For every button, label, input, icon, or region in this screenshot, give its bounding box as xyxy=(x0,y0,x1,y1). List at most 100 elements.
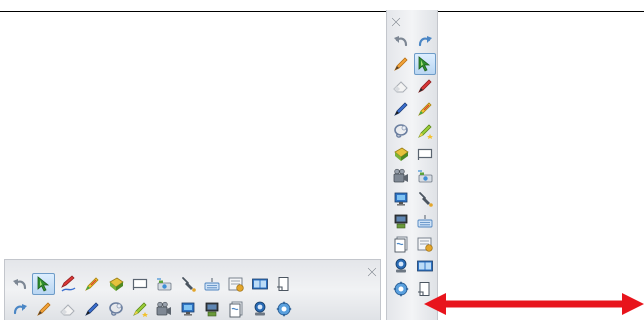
pointer-icon xyxy=(179,275,197,293)
pen-multicolor-button[interactable] xyxy=(80,273,103,295)
close-icon[interactable] xyxy=(391,12,401,27)
keyboard-icon xyxy=(203,275,221,293)
dual-display-button[interactable] xyxy=(414,255,436,277)
fill-icon xyxy=(392,145,410,163)
select-arrow-button[interactable] xyxy=(32,273,55,295)
eraser-button[interactable] xyxy=(390,75,412,97)
settings-icon xyxy=(392,280,410,298)
toolbar-swap-icon xyxy=(275,275,293,293)
double-headed-arrow-icon xyxy=(424,292,644,320)
pointer-button[interactable] xyxy=(414,188,436,210)
display-icon xyxy=(392,190,410,208)
lasso-button[interactable] xyxy=(104,298,127,320)
keyboard-button[interactable] xyxy=(200,273,223,295)
conference-button[interactable] xyxy=(248,298,271,320)
page-sorter-button[interactable] xyxy=(414,233,436,255)
pages-button[interactable] xyxy=(224,298,247,320)
screen-capture-icon xyxy=(155,275,173,293)
screen-capture-button[interactable] xyxy=(152,273,175,295)
screen-recorder-button[interactable] xyxy=(390,165,412,187)
vertical-tool-grid xyxy=(390,30,436,300)
eraser-button[interactable] xyxy=(56,298,79,320)
page-sorter-button[interactable] xyxy=(224,273,247,295)
pen-button[interactable] xyxy=(390,53,412,75)
conference-icon xyxy=(251,300,269,318)
redo-button[interactable] xyxy=(8,298,31,320)
pages-icon xyxy=(227,300,245,318)
redo-button[interactable] xyxy=(414,30,436,52)
magic-pen-icon xyxy=(131,300,149,318)
horizontal-tool-row-2 xyxy=(8,298,295,320)
highlighter-red-button[interactable] xyxy=(414,75,436,97)
fill-icon xyxy=(107,275,125,293)
pen-icon xyxy=(35,300,53,318)
pen-multicolor-button[interactable] xyxy=(414,98,436,120)
conference-button[interactable] xyxy=(390,255,412,277)
keyboard-button[interactable] xyxy=(414,210,436,232)
undo-button[interactable] xyxy=(390,30,412,52)
lasso-button[interactable] xyxy=(390,120,412,142)
display-button[interactable] xyxy=(176,298,199,320)
document-camera-button[interactable] xyxy=(390,210,412,232)
screen-recorder-button[interactable] xyxy=(152,298,175,320)
pages-button[interactable] xyxy=(390,233,412,255)
fill-button[interactable] xyxy=(390,143,412,165)
screen-capture-button[interactable] xyxy=(414,165,436,187)
display-icon xyxy=(179,300,197,318)
shapes-button[interactable] xyxy=(128,273,151,295)
highlighter-red-icon xyxy=(416,77,434,95)
screen-capture-icon xyxy=(416,167,434,185)
undo-icon xyxy=(11,275,29,293)
pointer-icon xyxy=(416,190,434,208)
magic-pen-button[interactable] xyxy=(414,120,436,142)
settings-icon xyxy=(275,300,293,318)
pen-red-button[interactable] xyxy=(56,273,79,295)
pen-multicolor-icon xyxy=(416,100,434,118)
lasso-icon xyxy=(107,300,125,318)
page-sorter-icon xyxy=(416,235,434,253)
pen-red-icon xyxy=(59,275,77,293)
close-icon[interactable] xyxy=(367,262,377,277)
document-camera-icon xyxy=(203,300,221,318)
lasso-icon xyxy=(392,122,410,140)
magic-pen-button[interactable] xyxy=(128,298,151,320)
shapes-icon xyxy=(416,145,434,163)
dual-display-icon xyxy=(251,275,269,293)
dual-display-button[interactable] xyxy=(248,273,271,295)
pen-button[interactable] xyxy=(32,298,55,320)
select-arrow-icon xyxy=(416,55,434,73)
eraser-icon xyxy=(392,77,410,95)
magic-pen-icon xyxy=(416,122,434,140)
pen-blue-icon xyxy=(392,100,410,118)
display-button[interactable] xyxy=(390,188,412,210)
top-divider-line xyxy=(0,11,644,12)
shapes-icon xyxy=(131,275,149,293)
pages-icon xyxy=(392,235,410,253)
horizontal-tool-row-1 xyxy=(8,273,295,295)
pen-multicolor-icon xyxy=(83,275,101,293)
pen-blue-button[interactable] xyxy=(80,298,103,320)
vertical-toolbar xyxy=(386,10,438,320)
document-camera-button[interactable] xyxy=(200,298,223,320)
redo-icon xyxy=(416,32,434,50)
screen-recorder-icon xyxy=(392,167,410,185)
select-arrow-icon xyxy=(35,275,53,293)
toolbar-swap-button[interactable] xyxy=(272,273,295,295)
horizontal-toolbar xyxy=(4,259,381,320)
pointer-button[interactable] xyxy=(176,273,199,295)
document-camera-icon xyxy=(392,212,410,230)
redo-icon xyxy=(11,300,29,318)
pen-blue-button[interactable] xyxy=(390,98,412,120)
conference-icon xyxy=(392,257,410,275)
undo-icon xyxy=(392,32,410,50)
page-sorter-icon xyxy=(227,275,245,293)
undo-button[interactable] xyxy=(8,273,31,295)
settings-button[interactable] xyxy=(390,278,412,300)
pen-icon xyxy=(392,55,410,73)
keyboard-icon xyxy=(416,212,434,230)
shapes-button[interactable] xyxy=(414,143,436,165)
select-arrow-button[interactable] xyxy=(414,52,436,75)
fill-button[interactable] xyxy=(104,273,127,295)
eraser-icon xyxy=(59,300,77,318)
settings-button[interactable] xyxy=(272,298,295,320)
